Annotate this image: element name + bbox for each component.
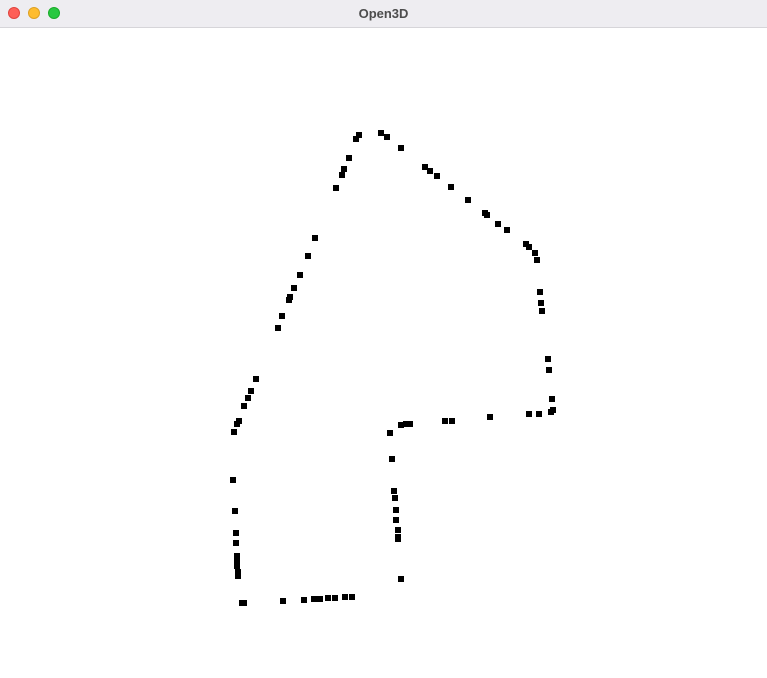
point xyxy=(248,388,254,394)
point xyxy=(538,300,544,306)
point xyxy=(398,145,404,151)
point xyxy=(465,197,471,203)
point xyxy=(395,527,401,533)
point xyxy=(230,477,236,483)
point xyxy=(332,595,338,601)
point xyxy=(387,430,393,436)
point xyxy=(434,173,440,179)
title-bar[interactable]: Open3D xyxy=(0,0,767,28)
point xyxy=(442,418,448,424)
point xyxy=(526,411,532,417)
point xyxy=(495,221,501,227)
open3d-window: Open3D xyxy=(0,0,767,678)
point xyxy=(232,508,238,514)
point xyxy=(279,313,285,319)
point xyxy=(286,297,292,303)
point xyxy=(504,227,510,233)
point xyxy=(311,596,317,602)
point-cloud xyxy=(230,130,556,606)
point xyxy=(241,403,247,409)
point xyxy=(448,184,454,190)
point xyxy=(392,495,398,501)
point xyxy=(349,594,355,600)
point xyxy=(398,422,404,428)
point xyxy=(233,530,239,536)
point xyxy=(342,594,348,600)
point xyxy=(484,212,490,218)
point xyxy=(449,418,455,424)
point xyxy=(312,235,318,241)
point xyxy=(333,185,339,191)
point xyxy=(339,172,345,178)
point xyxy=(241,600,247,606)
point xyxy=(398,576,404,582)
point xyxy=(546,367,552,373)
point xyxy=(537,289,543,295)
point xyxy=(391,488,397,494)
point xyxy=(536,411,542,417)
point xyxy=(291,285,297,291)
point xyxy=(548,409,554,415)
point xyxy=(549,396,555,402)
point xyxy=(378,130,384,136)
point xyxy=(389,456,395,462)
point xyxy=(534,257,540,263)
point xyxy=(487,414,493,420)
point xyxy=(532,250,538,256)
point xyxy=(275,325,281,331)
point xyxy=(305,253,311,259)
point xyxy=(539,308,545,314)
3d-viewport[interactable] xyxy=(0,28,767,678)
point xyxy=(526,244,532,250)
point xyxy=(234,563,240,569)
point xyxy=(393,517,399,523)
point xyxy=(341,166,347,172)
point xyxy=(245,395,251,401)
point xyxy=(233,540,239,546)
point xyxy=(346,155,352,161)
point xyxy=(280,598,286,604)
point xyxy=(395,536,401,542)
point xyxy=(235,573,241,579)
point xyxy=(234,557,240,563)
point xyxy=(231,429,237,435)
point xyxy=(301,597,307,603)
point xyxy=(325,595,331,601)
point xyxy=(317,596,323,602)
point xyxy=(393,507,399,513)
point xyxy=(297,272,303,278)
point xyxy=(545,356,551,362)
point xyxy=(356,132,362,138)
point xyxy=(253,376,259,382)
window-title: Open3D xyxy=(358,6,409,21)
point xyxy=(384,134,390,140)
point xyxy=(234,421,240,427)
point xyxy=(427,168,433,174)
